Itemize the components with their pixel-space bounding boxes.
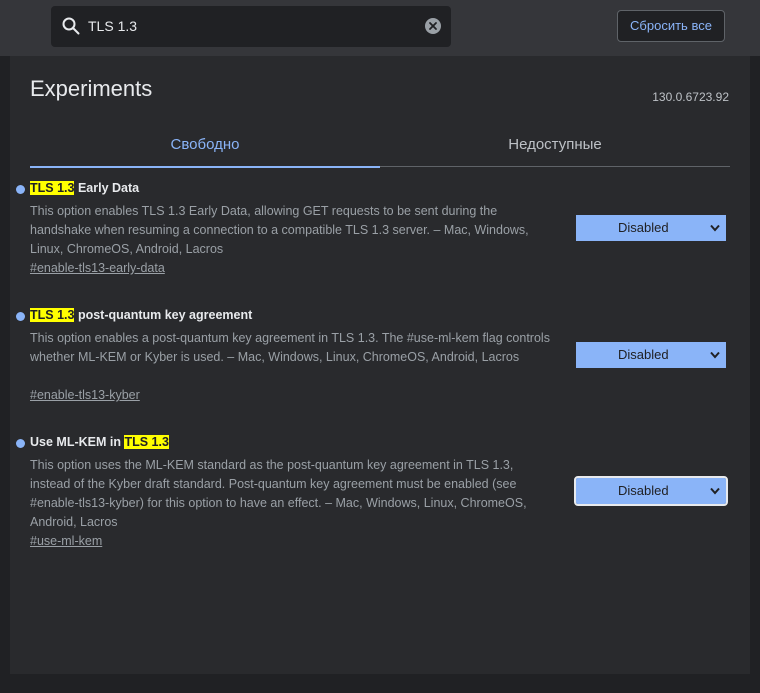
- experiment-link[interactable]: #enable-tls13-kyber: [30, 388, 140, 402]
- search-box[interactable]: [51, 6, 451, 47]
- chevron-down-icon: [710, 224, 720, 232]
- experiment-title-text: Use ML-KEM in: [30, 435, 125, 449]
- select-value: Disabled: [618, 220, 669, 235]
- experiment-state-select[interactable]: Disabled: [574, 476, 728, 506]
- experiment-title: TLS 1.3 Early Data: [30, 181, 139, 195]
- search-highlight: TLS 1.3: [124, 435, 169, 449]
- search-highlight: TLS 1.3: [30, 308, 75, 322]
- experiment-link[interactable]: #enable-tls13-early-data: [30, 261, 165, 275]
- experiment-item: Use ML-KEM in TLS 1.3 This option uses t…: [10, 435, 750, 555]
- experiment-description: This option uses the ML-KEM standard as …: [30, 458, 527, 529]
- experiment-description: This option enables a post-quantum key a…: [30, 331, 550, 364]
- search-input[interactable]: [88, 16, 408, 36]
- experiment-title-text: Early Data: [74, 181, 140, 195]
- experiment-link[interactable]: #use-ml-kem: [30, 534, 102, 548]
- experiment-title-text: post-quantum key agreement: [74, 308, 253, 322]
- clear-search-icon[interactable]: [425, 18, 441, 34]
- tab-unavailable[interactable]: Недоступные: [380, 124, 730, 167]
- tab-bar: Свободно Недоступные: [30, 124, 730, 168]
- status-dot: [16, 185, 25, 194]
- chevron-down-icon: [710, 487, 720, 495]
- experiments-panel: Experiments 130.0.6723.92 Свободно Недос…: [10, 56, 750, 674]
- status-dot: [16, 439, 25, 448]
- select-value: Disabled: [618, 483, 669, 498]
- reset-all-button[interactable]: Сбросить все: [617, 10, 725, 42]
- experiment-title: TLS 1.3 post-quantum key agreement: [30, 308, 252, 322]
- select-value: Disabled: [618, 347, 669, 362]
- experiment-state-select[interactable]: Disabled: [576, 215, 726, 241]
- search-icon: [62, 17, 80, 35]
- experiment-description: This option enables TLS 1.3 Early Data, …: [30, 204, 529, 256]
- chevron-down-icon: [710, 351, 720, 359]
- experiment-item: TLS 1.3 post-quantum key agreement This …: [10, 308, 750, 408]
- experiment-title: Use ML-KEM in TLS 1.3: [30, 435, 169, 449]
- top-toolbar: Сбросить все: [0, 0, 760, 56]
- experiment-item: TLS 1.3 Early Data This option enables T…: [10, 181, 750, 281]
- tab-available[interactable]: Свободно: [30, 124, 380, 168]
- experiment-state-select[interactable]: Disabled: [576, 342, 726, 368]
- version-label: 130.0.6723.92: [652, 90, 729, 104]
- page-title: Experiments: [30, 76, 153, 101]
- status-dot: [16, 312, 25, 321]
- search-highlight: TLS 1.3: [30, 181, 75, 195]
